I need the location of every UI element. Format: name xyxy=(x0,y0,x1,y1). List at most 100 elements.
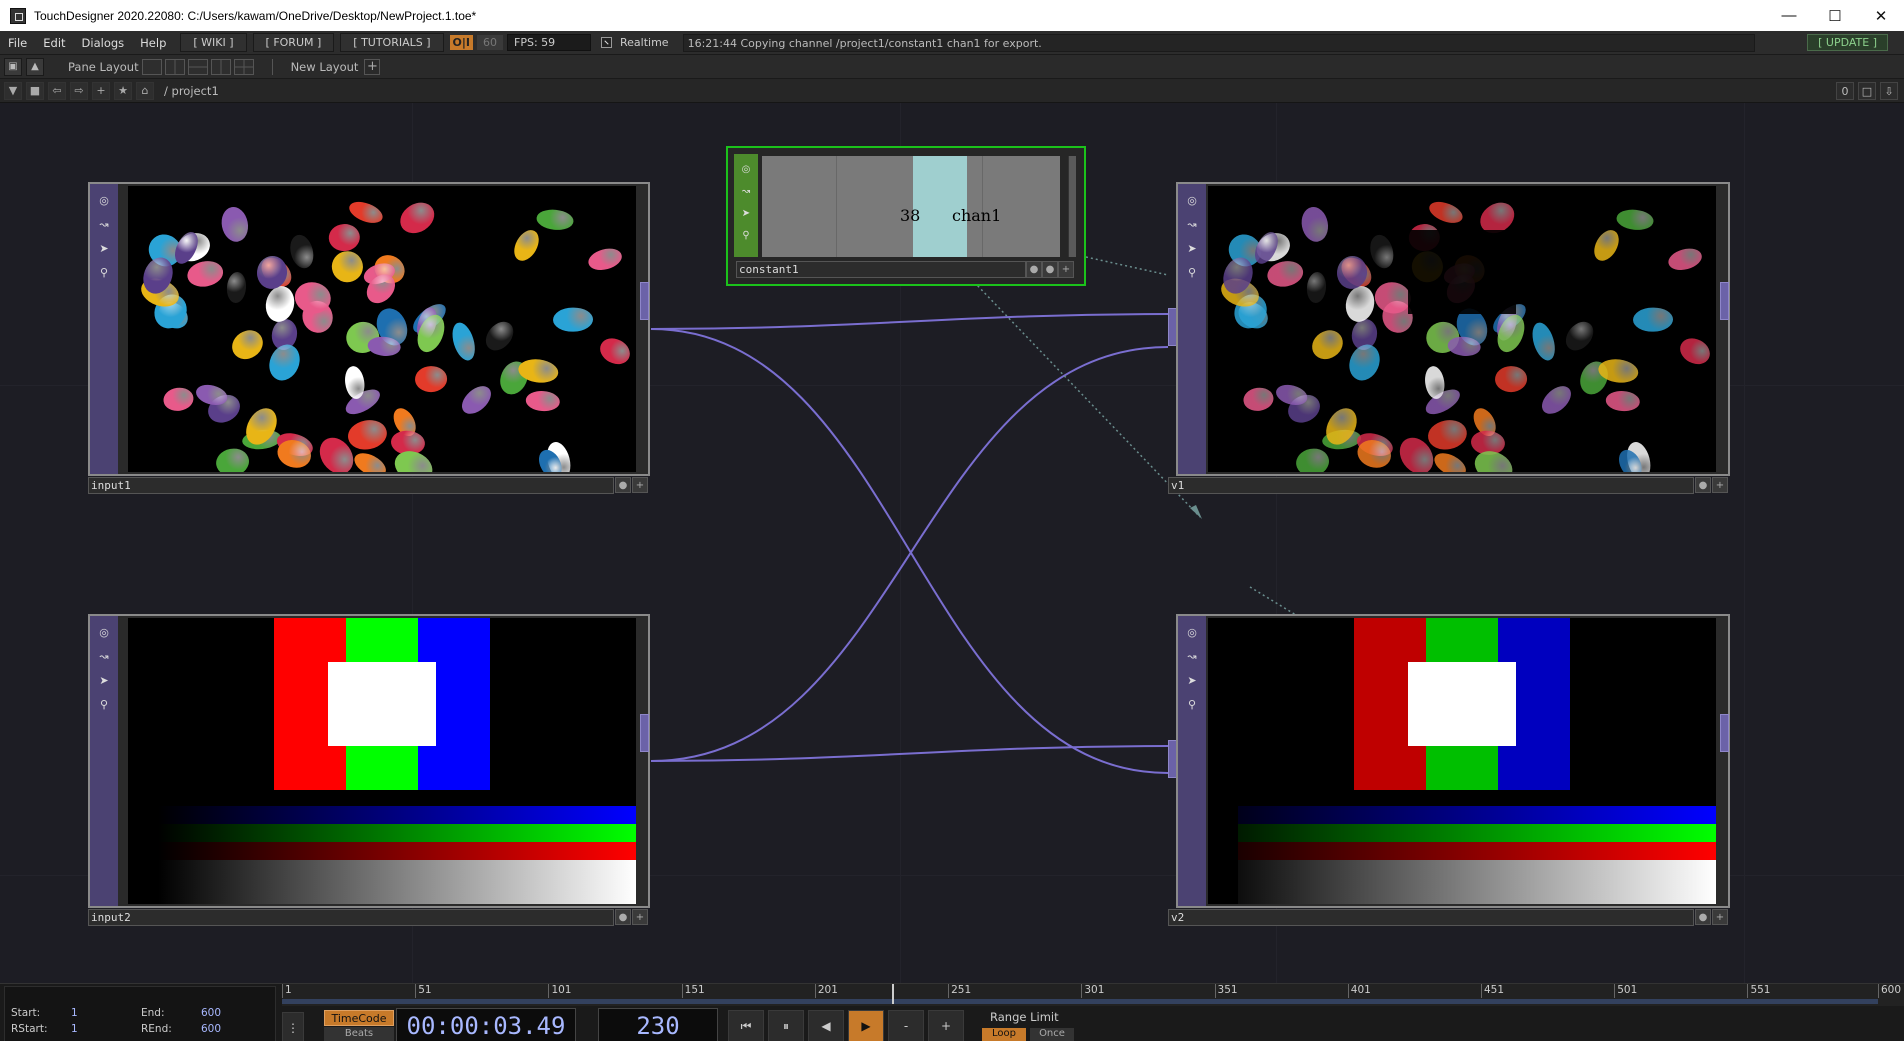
viewer-icon[interactable]: ◎ xyxy=(739,162,753,176)
node-add-icon[interactable]: + xyxy=(1058,261,1074,278)
minimize-icon[interactable]: — xyxy=(1766,0,1812,31)
forward-icon[interactable]: ⇨ xyxy=(70,81,88,100)
timecode-display[interactable]: 00:00:03.49 xyxy=(396,1008,576,1041)
add-layout-button[interactable]: + xyxy=(364,58,381,75)
viewer-icon[interactable]: ◎ xyxy=(96,624,112,640)
node-label[interactable]: input1 xyxy=(88,477,614,494)
rewind-icon[interactable]: ⏮ xyxy=(728,1010,764,1041)
node-viewer-toggle[interactable]: ● xyxy=(615,477,631,493)
pane-menu-icon[interactable]: ▼ xyxy=(4,81,22,100)
lock-icon[interactable]: ⚲ xyxy=(1184,264,1200,280)
node-constant1[interactable]: ◎ ↝ ➤ ⚲ 38 chan1 constant1 ● ● + xyxy=(726,146,1086,286)
node-viewer-toggle[interactable]: ● xyxy=(1026,261,1042,278)
play-icon[interactable]: ▶ xyxy=(848,1010,884,1041)
beats-button[interactable]: Beats xyxy=(324,1027,394,1041)
add-icon[interactable]: + xyxy=(92,81,110,100)
timeline-range-bar[interactable] xyxy=(282,999,1878,1004)
menu-dialogs[interactable]: Dialogs xyxy=(74,36,133,50)
node-v1[interactable]: ◎ ↝ ➤ ⚲ v1 ● + xyxy=(1168,182,1730,494)
timeline-ruler[interactable]: 1 51 101 151 201 251 301 351 401 451 501 551 600 xyxy=(282,984,1904,1006)
node-v2[interactable]: ◎ ↝ ➤ ⚲ v2 ● + xyxy=(1168,614,1730,926)
rstart-value[interactable]: 1 xyxy=(71,1023,141,1035)
loop-button[interactable]: Loop xyxy=(982,1028,1026,1041)
node-label[interactable]: constant1 xyxy=(736,261,1026,278)
layout-single-icon[interactable] xyxy=(141,58,162,75)
frame-display[interactable]: 230 xyxy=(598,1008,718,1041)
close-icon[interactable]: ✕ xyxy=(1858,0,1904,31)
output-connector[interactable] xyxy=(640,714,649,752)
forum-link[interactable]: [ FORUM ] xyxy=(252,33,335,52)
bypass-icon[interactable]: ↝ xyxy=(739,184,753,198)
node-add-icon[interactable]: + xyxy=(1712,477,1728,493)
realtime-toggle[interactable]: Realtime xyxy=(601,36,669,49)
fps-cap[interactable]: 60 xyxy=(477,35,503,50)
node-color-toggle[interactable]: ● xyxy=(1042,261,1058,278)
bypass-icon[interactable]: ↝ xyxy=(1184,216,1200,232)
split-pane-icon[interactable]: ⇩ xyxy=(1880,82,1898,100)
bookmark-star-icon[interactable]: ★ xyxy=(114,81,132,100)
realtime-checkbox[interactable] xyxy=(601,37,612,48)
lock-icon[interactable]: ⚲ xyxy=(1184,696,1200,712)
node-input2[interactable]: ◎ ↝ ➤ ⚲ input2 ● + xyxy=(88,614,650,926)
home-icon[interactable]: ⌂ xyxy=(136,81,154,100)
stop-icon[interactable]: ■ xyxy=(26,81,44,100)
layout-split-h-icon[interactable] xyxy=(187,58,208,75)
maximize-icon[interactable]: ☐ xyxy=(1812,0,1858,31)
wire-input1-v1[interactable] xyxy=(650,313,1169,330)
once-button[interactable]: Once xyxy=(1030,1028,1074,1041)
step-back-icon[interactable]: ◀ xyxy=(808,1010,844,1041)
node-add-icon[interactable]: + xyxy=(632,477,648,493)
display-icon[interactable]: ➤ xyxy=(1184,240,1200,256)
playhead-cursor[interactable] xyxy=(892,984,895,1004)
node-viewer-toggle[interactable]: ● xyxy=(615,909,631,925)
pause-icon[interactable]: ⏸ xyxy=(768,1010,804,1041)
perform-mode-toggle[interactable]: O|I xyxy=(449,35,473,50)
wiki-link[interactable]: [ WIKI ] xyxy=(180,33,247,52)
lock-icon[interactable]: ⚲ xyxy=(96,264,112,280)
node-label[interactable]: v1 xyxy=(1168,477,1694,494)
tutorials-link[interactable]: [ TUTORIALS ] xyxy=(340,33,444,52)
output-connector[interactable] xyxy=(1720,282,1729,320)
viewer-icon[interactable]: ◎ xyxy=(1184,624,1200,640)
start-value[interactable]: 1 xyxy=(71,1007,141,1019)
update-button[interactable]: [ UPDATE ] xyxy=(1807,34,1888,51)
decrement-button[interactable]: - xyxy=(888,1010,924,1041)
viewer-icon[interactable]: ◎ xyxy=(96,192,112,208)
image-view-icon[interactable]: ▣ xyxy=(4,57,22,76)
node-label[interactable]: input2 xyxy=(88,909,614,926)
node-viewer-toggle[interactable]: ● xyxy=(1695,477,1711,493)
node-viewer-toggle[interactable]: ● xyxy=(1695,909,1711,925)
layout-split-v-icon[interactable] xyxy=(164,58,185,75)
node-input1[interactable]: ◎ ↝ ➤ ⚲ input1 ● + xyxy=(88,182,650,494)
node-add-icon[interactable]: + xyxy=(1712,909,1728,925)
bypass-icon[interactable]: ↝ xyxy=(96,648,112,664)
menu-help[interactable]: Help xyxy=(132,36,174,50)
node-add-icon[interactable]: + xyxy=(632,909,648,925)
viewer-icon[interactable]: ◎ xyxy=(1184,192,1200,208)
chop-scrollbar[interactable] xyxy=(1068,156,1076,257)
network-path[interactable]: / project1 xyxy=(164,84,219,98)
lock-icon[interactable]: ⚲ xyxy=(96,696,112,712)
output-connector[interactable] xyxy=(1720,714,1729,752)
timeline-menu-icon[interactable]: ⋮ xyxy=(282,1012,304,1041)
wire-input1-v2[interactable] xyxy=(650,328,1169,774)
rend-value[interactable]: 600 xyxy=(201,1023,271,1035)
end-value[interactable]: 600 xyxy=(201,1007,271,1019)
layout-quad-icon[interactable] xyxy=(233,58,254,75)
lock-icon[interactable]: ⚲ xyxy=(739,228,753,242)
display-icon[interactable]: ➤ xyxy=(96,672,112,688)
network-view-icon[interactable]: ▲ xyxy=(26,57,44,76)
display-icon[interactable]: ➤ xyxy=(96,240,112,256)
bypass-icon[interactable]: ↝ xyxy=(96,216,112,232)
display-icon[interactable]: ➤ xyxy=(739,206,753,220)
increment-button[interactable]: + xyxy=(928,1010,964,1041)
output-connector[interactable] xyxy=(640,282,649,320)
menu-file[interactable]: File xyxy=(0,36,35,50)
timecode-button[interactable]: TimeCode xyxy=(324,1010,394,1026)
display-icon[interactable]: ➤ xyxy=(1184,672,1200,688)
back-icon[interactable]: ⇦ xyxy=(48,81,66,100)
wire-input2-v2[interactable] xyxy=(650,745,1169,762)
maximize-pane-icon[interactable]: □ xyxy=(1858,82,1876,100)
bypass-icon[interactable]: ↝ xyxy=(1184,648,1200,664)
node-label[interactable]: v2 xyxy=(1168,909,1694,926)
